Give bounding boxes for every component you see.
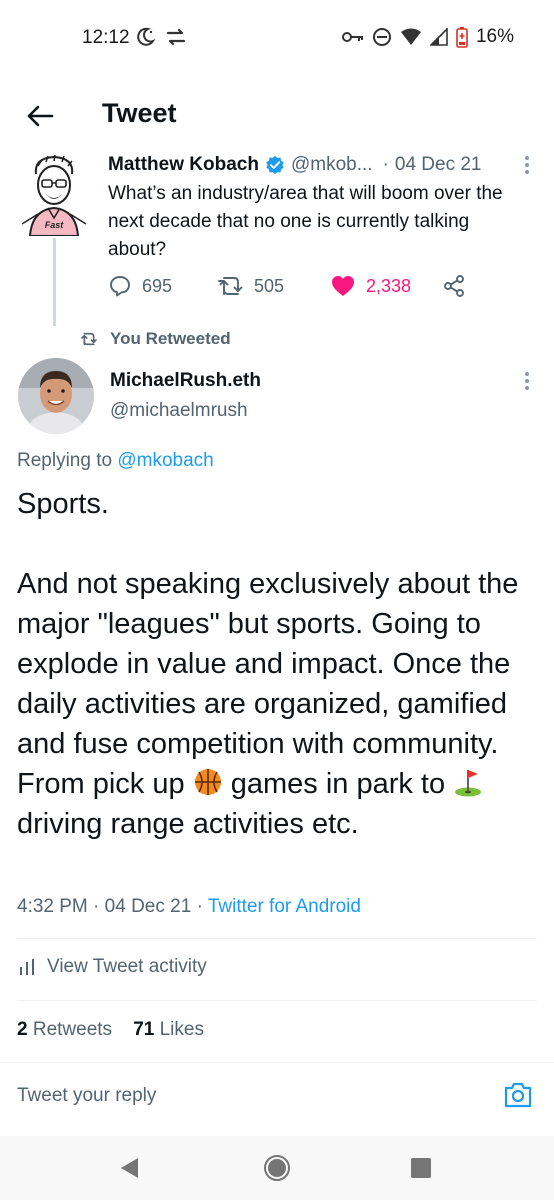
wifi-icon	[400, 28, 421, 45]
main-author-name[interactable]: MichaelRush.eth	[110, 370, 261, 392]
reply-input[interactable]	[17, 1085, 437, 1107]
status-left-icons	[134, 26, 188, 48]
retweeted-label-text: You Retweeted	[110, 329, 231, 348]
original-tweet-text: What’s an industry/area that will boom o…	[108, 183, 503, 260]
view-tweet-activity-button[interactable]: View Tweet activity	[19, 956, 207, 978]
meta-separator: ·	[93, 896, 100, 917]
tweet-date: 04 Dec 21	[104, 896, 192, 917]
status-bar: 12:12 16%	[0, 0, 554, 80]
circle-home-icon	[264, 1155, 290, 1181]
nav-home-button[interactable]	[263, 1154, 291, 1182]
original-author-avatar[interactable]: Fast	[18, 152, 90, 237]
camera-icon	[504, 1082, 532, 1108]
tweet-time: 4:32 PM	[17, 896, 88, 917]
reply-icon	[110, 276, 130, 297]
profile-photo	[18, 358, 94, 434]
nav-recents-button[interactable]	[407, 1154, 435, 1182]
reply-count: 695	[142, 275, 173, 296]
retweets-stat-count: 2	[17, 1019, 28, 1040]
page-title: Tweet	[102, 98, 177, 128]
original-tweet-date: 04 Dec 21	[394, 154, 482, 175]
back-button[interactable]	[24, 100, 56, 132]
retweeted-label: You Retweeted	[80, 329, 231, 349]
main-author-avatar[interactable]	[18, 358, 94, 434]
divider	[17, 1000, 537, 1001]
replying-to-prefix: Replying to	[17, 450, 113, 471]
likes-stat[interactable]: 71 Likes	[133, 1019, 204, 1040]
retweet-count: 505	[254, 275, 285, 296]
share-button[interactable]	[442, 274, 466, 298]
verified-badge-icon	[266, 155, 284, 175]
main-tweet-text: Sports. And not speaking exclusively abo…	[17, 484, 537, 844]
retweet-button[interactable]: 505	[218, 274, 284, 298]
reply-bar	[0, 1062, 554, 1136]
tweet-source-link[interactable]: Twitter for Android	[208, 896, 361, 917]
golf-flag-emoji-icon	[455, 770, 482, 797]
tweet-meta: 4:32 PM · 04 Dec 21 · Twitter for Androi…	[17, 896, 361, 918]
original-author-handle: @mkob...	[290, 154, 373, 175]
meta-separator: ·	[196, 896, 203, 917]
basketball-emoji-icon	[194, 769, 221, 795]
original-author-name[interactable]: Matthew Kobach	[108, 154, 259, 176]
retweet-small-icon	[81, 332, 97, 346]
battery-percent: 16%	[475, 26, 514, 47]
share-icon	[444, 275, 464, 297]
camera-button[interactable]	[502, 1079, 534, 1111]
main-tweet-text-part2: games in park to	[222, 768, 454, 800]
main-tweet-text-part1: Sports. And not speaking exclusively abo…	[17, 488, 519, 800]
square-recents-icon	[411, 1158, 431, 1178]
like-button[interactable]: 2,338	[330, 274, 411, 298]
status-right-icons: 16%	[341, 26, 514, 48]
do-not-disturb-moon-icon	[137, 27, 156, 46]
avatar-caption: Fast	[45, 220, 65, 230]
original-author-row: Matthew Kobach @mkob... · 04 Dec 21	[108, 152, 538, 178]
main-tweet-more-button[interactable]	[522, 370, 532, 392]
tweet-stats: 2 Retweets 71 Likes	[17, 1019, 204, 1041]
reply-button[interactable]: 695	[108, 274, 172, 298]
original-tweet-more-button[interactable]	[522, 154, 532, 176]
sketch-avatar-illustration: Fast	[21, 154, 87, 237]
likes-stat-label: Likes	[159, 1019, 204, 1040]
likes-stat-count: 71	[133, 1019, 155, 1040]
retweet-icon	[218, 277, 243, 295]
data-saver-icon	[166, 28, 186, 46]
nav-back-button[interactable]	[116, 1154, 144, 1182]
thread-connector-line	[53, 238, 56, 326]
more-vertical-icon	[525, 372, 529, 390]
retweets-stat[interactable]: 2 Retweets	[17, 1019, 112, 1040]
replying-to-mention[interactable]: @mkobach	[117, 450, 213, 471]
like-count: 2,338	[366, 275, 412, 296]
cellular-signal-icon	[429, 28, 448, 46]
triangle-back-icon	[121, 1158, 138, 1178]
heart-filled-icon	[332, 276, 354, 296]
divider	[17, 938, 537, 939]
battery-low-icon	[456, 27, 468, 48]
system-nav-bar	[0, 1136, 554, 1200]
vpn-key-icon	[341, 32, 363, 42]
arrow-left-icon	[27, 105, 54, 127]
meta-separator: ·	[382, 154, 389, 175]
analytics-bars-icon	[20, 959, 34, 975]
do-not-disturb-icon	[372, 28, 391, 46]
view-tweet-activity-label: View Tweet activity	[47, 956, 207, 977]
retweets-stat-label: Retweets	[32, 1019, 113, 1040]
more-vertical-icon	[525, 156, 529, 174]
replying-to: Replying to @mkobach	[17, 450, 214, 472]
header: Tweet	[0, 88, 554, 144]
original-tweet-actions: 695 505 2,338	[108, 274, 528, 304]
status-time: 12:12	[82, 27, 130, 48]
main-author-handle: @michaelmrush	[110, 400, 248, 421]
